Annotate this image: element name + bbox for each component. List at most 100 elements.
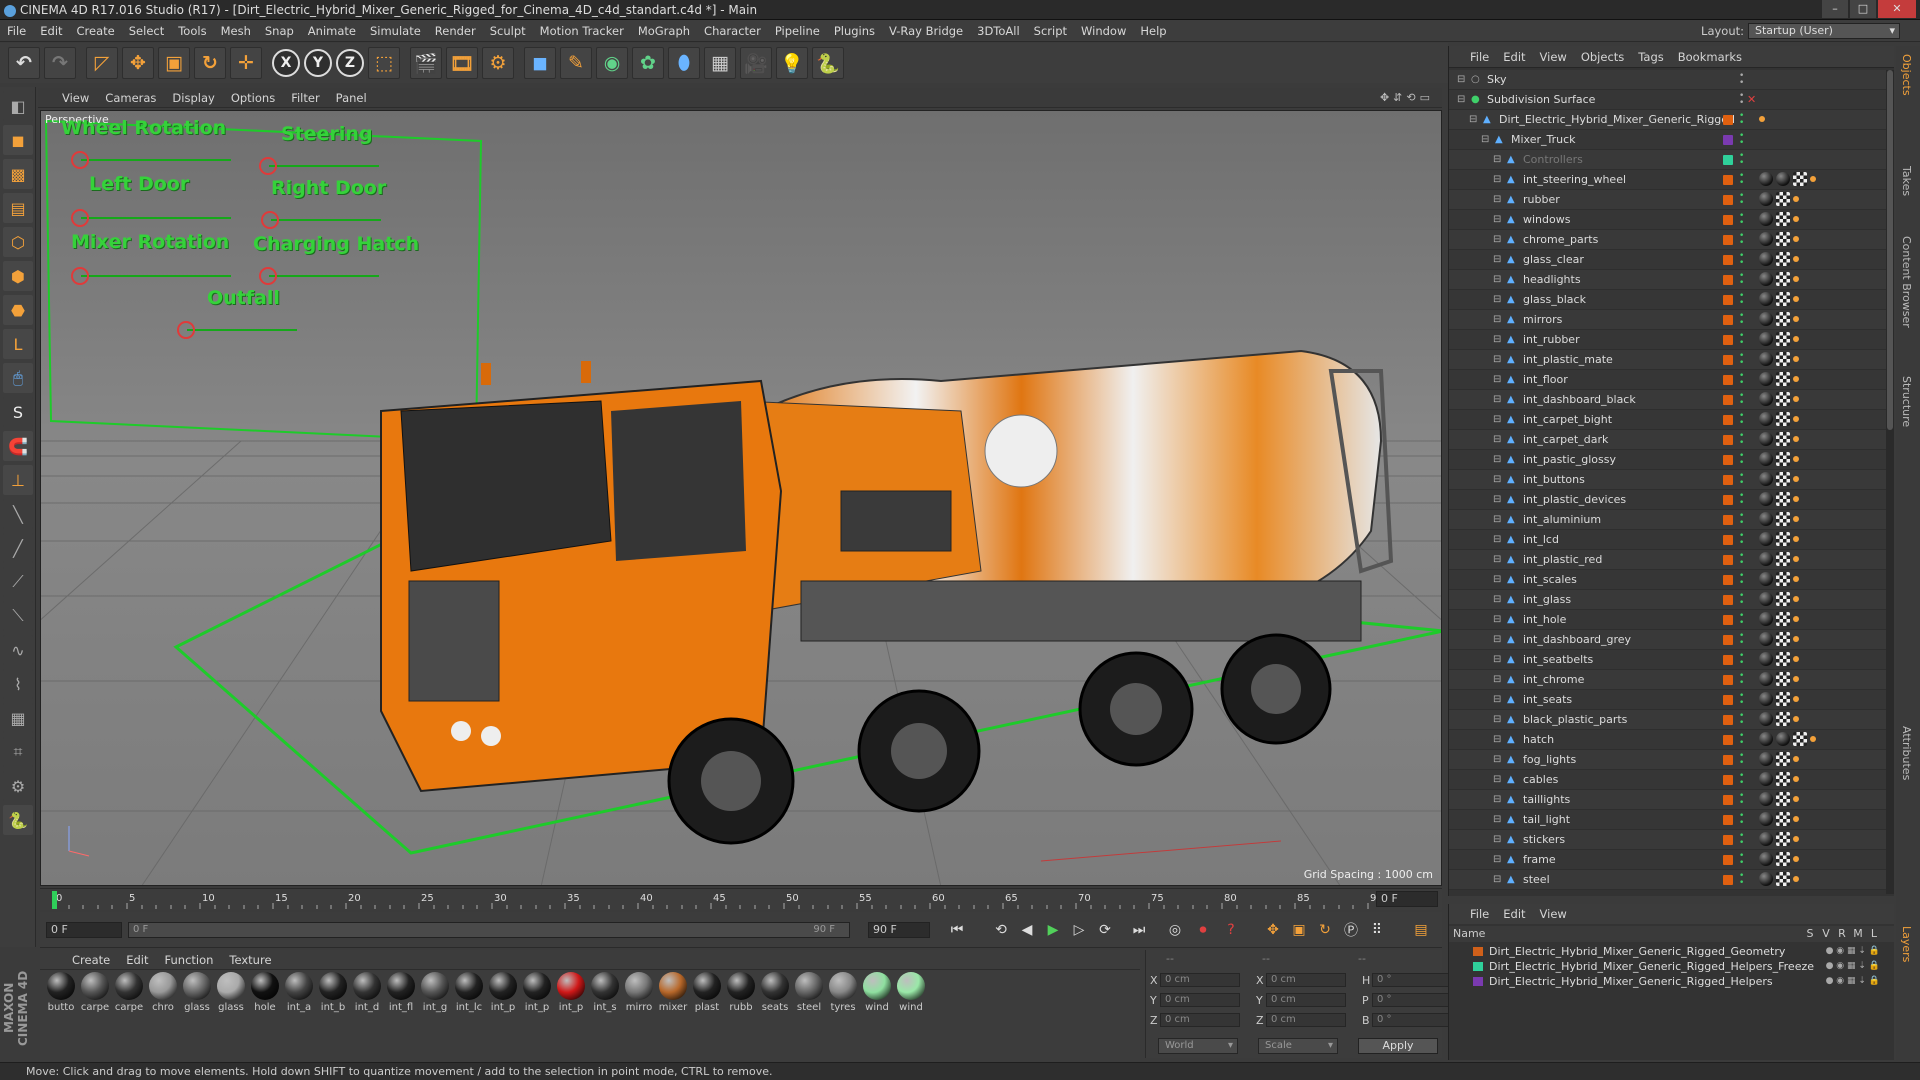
texture-tag-icon[interactable]: [1776, 612, 1790, 626]
material-swatch[interactable]: rubb: [724, 972, 758, 1013]
texture-tag-icon[interactable]: [1776, 192, 1790, 206]
expand-toggle-icon[interactable]: ⊟: [1493, 355, 1503, 365]
material-tag-icon[interactable]: [1759, 312, 1773, 326]
rig-tag-icon[interactable]: [1759, 116, 1765, 122]
timeline-ruler[interactable]: 051015202530354045505560657075808590 0 F: [40, 888, 1442, 910]
texture-tag-icon[interactable]: [1776, 312, 1790, 326]
texture-tag-icon[interactable]: [1776, 592, 1790, 606]
material-swatch[interactable]: int_fl: [384, 972, 418, 1013]
object-row-dirt-electric-hybrid-mixer-generic-rigged[interactable]: ⊟ ▲ Dirt_Electric_Hybrid_Mixer_Generic_Rig…: [1449, 110, 1887, 130]
material-tag-icon[interactable]: [1759, 232, 1773, 246]
expand-toggle-icon[interactable]: ⊟: [1457, 75, 1467, 85]
layer-color-swatch[interactable]: [1723, 255, 1733, 265]
material-tag-icon[interactable]: [1776, 172, 1790, 186]
menu-character[interactable]: Character: [697, 20, 768, 42]
minimize-button[interactable]: –: [1822, 0, 1848, 18]
visibility-dots-icon[interactable]: • •: [1739, 672, 1745, 688]
visibility-dots-icon[interactable]: • •: [1739, 512, 1745, 528]
texture-tag-icon[interactable]: [1776, 772, 1790, 786]
expand-toggle-icon[interactable]: ⊟: [1493, 295, 1503, 305]
preview-range-bar[interactable]: 0 F 90 F: [128, 922, 850, 938]
menu-v-ray-bridge[interactable]: V-Ray Bridge: [882, 20, 970, 42]
visibility-dots-icon[interactable]: • •: [1739, 172, 1745, 188]
layer-flag-icons[interactable]: ● ◉ ▦ ⇣ 🔒: [1826, 944, 1880, 959]
visibility-dots-icon[interactable]: • •: [1739, 332, 1745, 348]
object-row-int-aluminium[interactable]: ⊟ ▲ int_aluminium • •: [1449, 510, 1887, 530]
layer-color-swatch[interactable]: [1723, 875, 1733, 885]
layer-color-swatch[interactable]: [1723, 595, 1733, 605]
object-row-glass-clear[interactable]: ⊟ ▲ glass_clear • •: [1449, 250, 1887, 270]
texture-mode-icon[interactable]: ▩: [3, 159, 33, 189]
menu-edit[interactable]: Edit: [33, 20, 69, 42]
grid-tool-icon[interactable]: ▦: [3, 703, 33, 733]
object-row-int-dashboard-black[interactable]: ⊟ ▲ int_dashboard_black • •: [1449, 390, 1887, 410]
layer-color-swatch[interactable]: [1723, 315, 1733, 325]
menu-tools[interactable]: Tools: [171, 20, 213, 42]
texture-tag-icon[interactable]: [1776, 532, 1790, 546]
maximize-button[interactable]: □: [1850, 0, 1876, 18]
material-swatch[interactable]: carpe: [78, 972, 112, 1013]
x-axis-lock-icon[interactable]: X: [272, 49, 300, 77]
material-tag-icon[interactable]: [1759, 452, 1773, 466]
rig-tag-icon[interactable]: [1793, 576, 1799, 582]
material-swatch[interactable]: int_p: [554, 972, 588, 1013]
visibility-dots-icon[interactable]: • •: [1739, 832, 1745, 848]
visibility-dots-icon[interactable]: • •: [1739, 492, 1745, 508]
object-row-tail-light[interactable]: ⊟ ▲ tail_light • •: [1449, 810, 1887, 830]
rig-tag-icon[interactable]: [1793, 656, 1799, 662]
scale-tool-icon[interactable]: ▣: [158, 47, 190, 79]
snap-icon[interactable]: S: [3, 397, 33, 427]
texture-tag-icon[interactable]: [1776, 292, 1790, 306]
layer-menu-file[interactable]: File: [1463, 907, 1496, 921]
light-object-icon[interactable]: 💡: [776, 47, 808, 79]
texture-tag-icon[interactable]: [1776, 712, 1790, 726]
object-row-int-floor[interactable]: ⊟ ▲ int_floor • •: [1449, 370, 1887, 390]
menu-pipeline[interactable]: Pipeline: [768, 20, 827, 42]
material-tag-icon[interactable]: [1759, 492, 1773, 506]
visibility-dots-icon[interactable]: • •: [1739, 312, 1745, 328]
right-tab-content-browser[interactable]: Content Browser: [1900, 236, 1913, 328]
rig-tag-icon[interactable]: [1793, 636, 1799, 642]
right-tab-attributes[interactable]: Attributes: [1900, 726, 1913, 780]
menu-mograph[interactable]: MoGraph: [631, 20, 697, 42]
rig-tag-icon[interactable]: [1793, 476, 1799, 482]
visibility-dots-icon[interactable]: • •: [1739, 652, 1745, 668]
material-swatch[interactable]: tyres: [826, 972, 860, 1013]
expand-toggle-icon[interactable]: ⊟: [1493, 515, 1503, 525]
controller-knob-left-door[interactable]: [71, 209, 89, 227]
expand-toggle-icon[interactable]: ⊟: [1493, 275, 1503, 285]
viewport-menu-filter[interactable]: Filter: [283, 91, 327, 105]
workplane-icon[interactable]: ▤: [3, 193, 33, 223]
object-row-int-plastic-devices[interactable]: ⊟ ▲ int_plastic_devices • •: [1449, 490, 1887, 510]
layer-color-swatch[interactable]: [1723, 795, 1733, 805]
material-swatch[interactable]: int_b: [316, 972, 350, 1013]
controller-knob-wheel-rotation[interactable]: [71, 151, 89, 169]
layout-dropdown[interactable]: Startup (User) ▾: [1748, 23, 1900, 39]
object-row-controllers[interactable]: ⊟ ▲ Controllers • •: [1449, 150, 1887, 170]
object-row-int-lcd[interactable]: ⊟ ▲ int_lcd • •: [1449, 530, 1887, 550]
paint-tool-icon[interactable]: ╱: [3, 533, 33, 563]
layer-color-swatch[interactable]: [1723, 515, 1733, 525]
menu-mesh[interactable]: Mesh: [214, 20, 258, 42]
controller-slider-outfall[interactable]: [187, 329, 297, 331]
play-icon[interactable]: ▶: [1042, 919, 1064, 941]
viewport-menu-view[interactable]: View: [54, 91, 97, 105]
expand-toggle-icon[interactable]: ⊟: [1493, 815, 1503, 825]
object-tree-scrollbar[interactable]: [1886, 70, 1894, 894]
texture-tag-icon[interactable]: [1776, 332, 1790, 346]
visibility-dots-icon[interactable]: • •: [1739, 532, 1745, 548]
coord-value-field[interactable]: 0 cm: [1160, 993, 1240, 1007]
object-row-int-chrome[interactable]: ⊟ ▲ int_chrome • •: [1449, 670, 1887, 690]
expand-toggle-icon[interactable]: ⊟: [1493, 655, 1503, 665]
layer-color-swatch[interactable]: [1723, 395, 1733, 405]
material-tag-icon[interactable]: [1759, 292, 1773, 306]
visibility-dots-icon[interactable]: • •: [1739, 112, 1745, 128]
texture-tag-icon[interactable]: [1776, 412, 1790, 426]
material-swatch[interactable]: seats: [758, 972, 792, 1013]
material-swatch[interactable]: glass: [214, 972, 248, 1013]
object-row-int-dashboard-grey[interactable]: ⊟ ▲ int_dashboard_grey • •: [1449, 630, 1887, 650]
object-row-int-plastic-red[interactable]: ⊟ ▲ int_plastic_red • •: [1449, 550, 1887, 570]
keyframe-selection-icon[interactable]: ?: [1220, 919, 1242, 941]
object-row-int-carpet-dark[interactable]: ⊟ ▲ int_carpet_dark • •: [1449, 430, 1887, 450]
layer-menu-edit[interactable]: Edit: [1496, 907, 1532, 921]
